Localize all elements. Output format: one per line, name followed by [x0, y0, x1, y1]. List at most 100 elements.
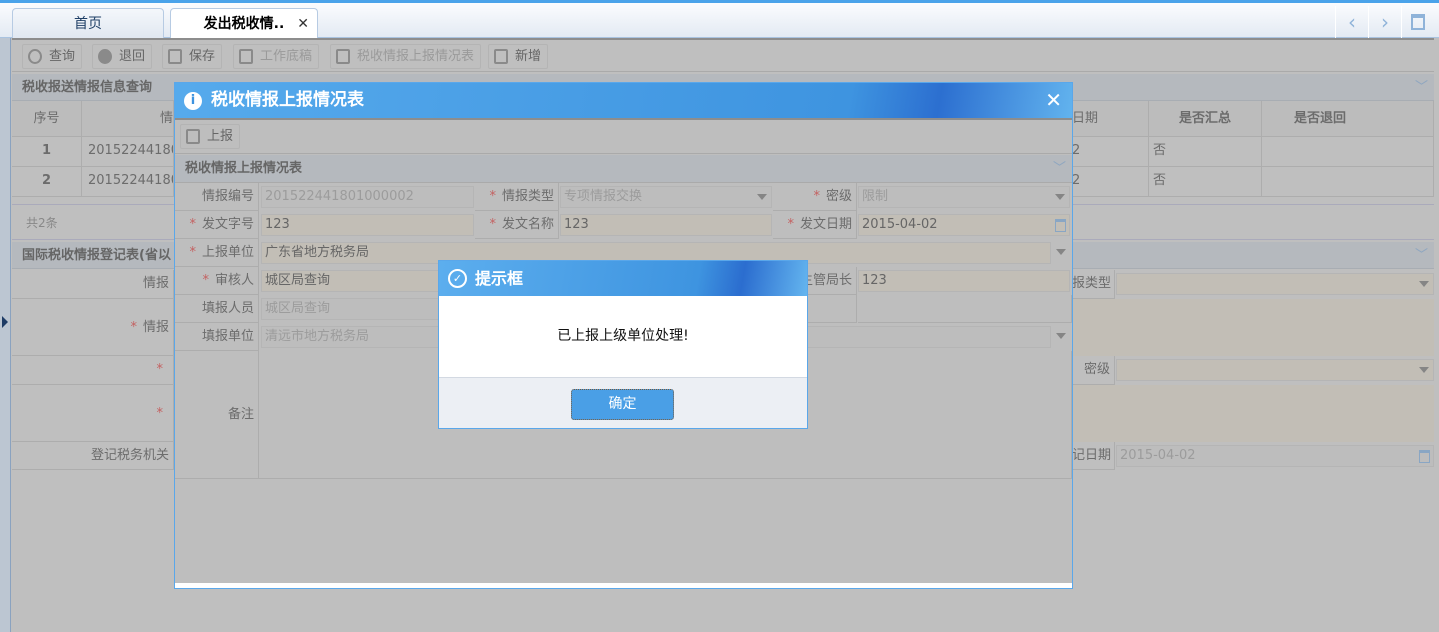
panel-title: 税收报送情报信息查询: [22, 80, 153, 95]
chevron-left-icon[interactable]: ‹: [1335, 6, 1368, 39]
director-field[interactable]: 123: [858, 270, 1070, 292]
row-number: 2: [12, 167, 82, 197]
dropdown-arrow-icon[interactable]: [1056, 333, 1066, 339]
check-circle-icon: ✓: [448, 269, 467, 288]
intel-content-field[interactable]: [1072, 299, 1434, 356]
calendar-icon[interactable]: [1055, 219, 1066, 232]
field-label: 密级: [1072, 356, 1115, 385]
field-label: 登记税务机关: [12, 442, 174, 470]
date: 2: [1072, 137, 1149, 167]
field-label: 填报人员: [175, 295, 259, 323]
field-label: * 密级: [773, 183, 857, 211]
doc-add-icon: [494, 49, 508, 64]
field-label: 情报编号: [175, 183, 259, 211]
chevron-down-icon[interactable]: ﹀: [1053, 155, 1066, 183]
field-label: 报类型: [1072, 270, 1115, 299]
close-icon[interactable]: ✕: [1045, 83, 1062, 118]
empty-cell: [858, 295, 1072, 323]
save-icon: [186, 129, 200, 144]
dialog-title: 税收情报上报情况表: [211, 90, 364, 110]
report-status-button[interactable]: 税收情报上报情况表: [330, 44, 482, 69]
section-header: 税收情报上报情况表 ﹀: [175, 155, 1072, 183]
info-icon: i: [184, 92, 202, 110]
button-label: 上报: [207, 129, 234, 144]
calendar-icon[interactable]: [1419, 450, 1430, 463]
minus-circle-icon: [98, 49, 112, 64]
window-icon: [1411, 14, 1425, 30]
register-date-field[interactable]: 2015-04-02: [1116, 445, 1434, 467]
summary: 否: [1149, 167, 1262, 197]
doc-date-field[interactable]: 2015-04-02: [858, 214, 1070, 236]
tab-label: 首页: [74, 16, 102, 32]
alert-message: 已上报上级单位处理!: [557, 328, 689, 344]
tab-outgoing-intel[interactable]: 发出税收情.. ✕: [170, 8, 318, 38]
alert-titlebar[interactable]: ✓ 提示框: [439, 261, 807, 296]
save-icon: [168, 49, 182, 64]
alert-dialog: ✓ 提示框 已上报上级单位处理! 确定: [438, 260, 808, 429]
doc-add-icon: [239, 49, 253, 64]
field-label: * 发文日期: [773, 211, 857, 239]
chevron-right-icon[interactable]: ›: [1368, 6, 1401, 39]
search-icon: [28, 49, 42, 64]
doc-add-icon: [336, 49, 350, 64]
doc-no-field[interactable]: 123: [261, 214, 474, 236]
field-label: * 审核人: [175, 267, 259, 295]
column-header: 日期: [1072, 101, 1149, 137]
date: 2: [1072, 167, 1149, 197]
button-label: 税收情报上报情况表: [357, 49, 475, 64]
alert-footer: 确定: [439, 377, 807, 428]
dialog-titlebar[interactable]: i 税收情报上报情况表 ✕: [175, 83, 1072, 118]
doc-name-field[interactable]: 123: [560, 214, 772, 236]
summary: 否: [1149, 137, 1262, 167]
expand-arrow-icon[interactable]: [2, 316, 8, 328]
field-label: * 情报: [12, 299, 174, 356]
intel-id: 20152244180: [82, 137, 174, 167]
button-label: 查询: [49, 49, 76, 64]
field-label: 填报单位: [175, 323, 259, 351]
chevron-down-icon[interactable]: ﹀: [1415, 242, 1428, 269]
field-label: * 发文名称: [475, 211, 559, 239]
intel-no-field[interactable]: 201522441801000002: [261, 186, 474, 208]
field-label: 记日期: [1072, 442, 1115, 470]
sidebar-collapse-strip[interactable]: [0, 38, 11, 632]
button-label: 退回: [119, 49, 146, 64]
intel-id: 20152244180: [82, 167, 174, 197]
field-label: 备注: [175, 351, 259, 479]
column-header: 是否退回: [1262, 101, 1434, 137]
dropdown-arrow-icon[interactable]: [1056, 249, 1066, 255]
section-title: 税收情报上报情况表: [185, 161, 303, 176]
close-icon[interactable]: ✕: [297, 9, 309, 39]
ok-button[interactable]: 确定: [571, 389, 674, 420]
text-area-field[interactable]: [1072, 385, 1434, 442]
column-header: 情: [82, 101, 174, 137]
returned: [1262, 167, 1434, 197]
row-number: 1: [12, 137, 82, 167]
button-label: 保存: [189, 49, 216, 64]
worksheet-button[interactable]: 工作底稿: [233, 44, 320, 69]
field-label: *: [12, 356, 174, 385]
field-label: * 上报单位: [175, 239, 259, 267]
query-button[interactable]: 查询: [22, 44, 83, 69]
intel-type-select[interactable]: [1116, 273, 1434, 295]
tab-home[interactable]: 首页: [12, 8, 164, 38]
tab-bar: 首页 发出税收情.. ✕ ‹ ›: [0, 3, 1439, 39]
save-button[interactable]: 保存: [162, 44, 223, 69]
field-label: * 情报类型: [475, 183, 559, 211]
return-button[interactable]: 退回: [92, 44, 153, 69]
column-header: 是否汇总: [1149, 101, 1262, 137]
field-label: 情报: [12, 270, 174, 299]
secret-level-select[interactable]: 限制: [858, 186, 1070, 208]
field-label: *: [12, 385, 174, 442]
button-label: 工作底稿: [260, 49, 313, 64]
report-button[interactable]: 上报: [180, 124, 241, 149]
panel-title: 国际税收情报登记表(省以: [22, 248, 171, 263]
add-button[interactable]: 新增: [488, 44, 549, 69]
returned: [1262, 137, 1434, 167]
field-label: * 发文字号: [175, 211, 259, 239]
alert-title: 提示框: [475, 269, 524, 288]
secret-level-select[interactable]: [1116, 359, 1434, 381]
chevron-down-icon[interactable]: ﹀: [1415, 74, 1428, 101]
maximize-button[interactable]: [1401, 6, 1434, 39]
intel-type-select[interactable]: 专项情报交换: [560, 186, 772, 208]
tab-label: 发出税收情..: [203, 16, 285, 32]
